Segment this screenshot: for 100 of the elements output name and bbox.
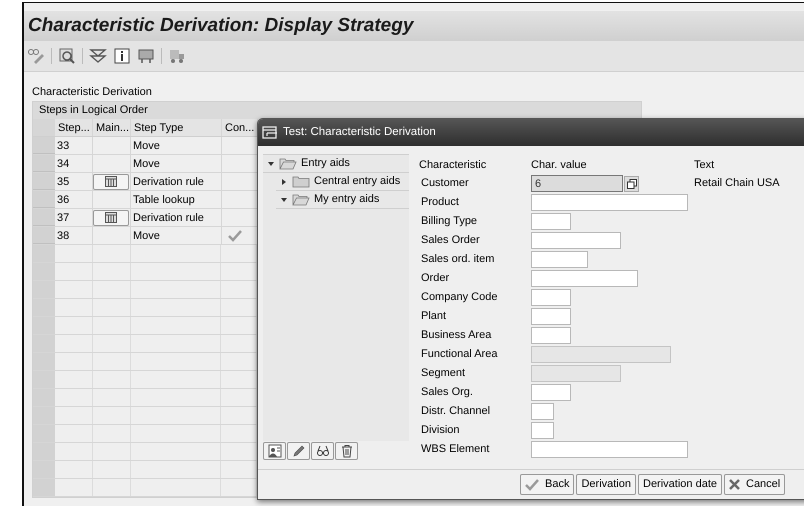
row-selector[interactable]	[33, 479, 55, 496]
table-icon	[105, 212, 117, 223]
caret-down-icon[interactable]	[268, 160, 274, 166]
glasses-icon	[316, 444, 330, 458]
table-title: Steps in Logical Order	[33, 102, 641, 119]
column-header[interactable]: Main...	[93, 119, 131, 136]
row-selector[interactable]	[33, 335, 55, 352]
row-selector[interactable]	[33, 371, 55, 388]
dialog-title: Test: Characteristic Derivation	[283, 124, 436, 140]
column-header[interactable]: Step Type	[131, 119, 222, 136]
row-selector[interactable]	[33, 155, 55, 172]
row-selector[interactable]	[33, 317, 55, 334]
window-title: Characteristic Derivation: Display Strategy	[28, 14, 414, 38]
select-all-corner[interactable]	[33, 119, 55, 136]
table-cell: 38	[55, 227, 93, 244]
row-selector[interactable]	[33, 209, 55, 226]
delete-button[interactable]	[335, 442, 358, 460]
caret-down-icon[interactable]	[281, 196, 287, 202]
contact-card-button[interactable]	[263, 442, 286, 460]
tree-item[interactable]: Central entry aids	[276, 173, 409, 191]
column-header: Char. value	[531, 158, 588, 173]
tree-item[interactable]: Entry aids	[263, 155, 409, 173]
row-selector[interactable]	[33, 353, 55, 370]
table-cell: 36	[55, 191, 93, 208]
table-cell: 34	[55, 155, 93, 172]
edit-button[interactable]	[287, 442, 310, 460]
table-cell: Derivation rule	[131, 209, 222, 226]
row-selector[interactable]	[33, 137, 55, 154]
field-label: Product	[420, 195, 460, 210]
table-cell: 33	[55, 137, 93, 154]
row-selector[interactable]	[33, 245, 55, 262]
row-selector[interactable]	[33, 263, 55, 280]
field-label: Billing Type	[420, 214, 478, 230]
info-icon[interactable]	[113, 47, 131, 65]
row-selector[interactable]	[33, 461, 55, 478]
row-selector[interactable]	[33, 227, 55, 244]
row-selector[interactable]	[33, 443, 55, 460]
dialog-button[interactable]: Derivation	[576, 474, 636, 495]
column-header[interactable]: Step...	[55, 119, 93, 136]
trash-icon	[340, 444, 354, 458]
section-label: Characteristic Derivation	[32, 85, 153, 100]
caret-right-icon[interactable]	[281, 178, 287, 184]
copy-icon	[626, 178, 636, 188]
field-label: Division	[420, 423, 461, 438]
field-label: Distr. Channel	[420, 404, 492, 420]
field-label: Company Code	[420, 290, 498, 306]
close-icon	[729, 479, 740, 490]
row-selector[interactable]	[33, 281, 55, 298]
row-selector[interactable]	[33, 299, 55, 316]
value-field[interactable]	[531, 403, 554, 420]
cancel-button[interactable]: Cancel	[724, 474, 786, 495]
truck-icon[interactable]	[168, 47, 186, 65]
field-label: Sales Order	[420, 233, 481, 248]
tree-item[interactable]: My entry aids	[276, 191, 409, 209]
value-field[interactable]	[531, 289, 571, 306]
pencil-icon	[292, 444, 306, 458]
value-help-button[interactable]	[624, 176, 639, 192]
field-label: Functional Area	[420, 347, 498, 362]
filter-icon[interactable]	[89, 47, 107, 65]
table-button[interactable]	[93, 210, 129, 226]
dialog-button[interactable]: Derivation date	[638, 474, 722, 495]
value-field[interactable]: 6	[531, 175, 623, 192]
window-icon	[262, 126, 278, 139]
value-text: Retail Chain USA	[694, 176, 780, 192]
table-cell: Table lookup	[131, 191, 222, 208]
field-label: Segment	[420, 366, 466, 382]
row-selector[interactable]	[33, 191, 55, 208]
search-icon[interactable]	[58, 47, 76, 65]
table-cell: Move	[131, 227, 222, 244]
value-field[interactable]	[531, 213, 571, 230]
value-field[interactable]	[531, 308, 571, 325]
row-selector[interactable]	[33, 173, 55, 190]
glasses-button[interactable]	[311, 442, 334, 460]
value-field[interactable]	[531, 270, 638, 287]
value-field[interactable]	[531, 194, 688, 211]
column-header: Text	[694, 158, 716, 173]
value-field[interactable]	[531, 327, 571, 344]
column-header: Characteristic	[419, 158, 488, 173]
value-field[interactable]	[531, 384, 571, 401]
table-button[interactable]	[93, 174, 129, 190]
field-label: WBS Element	[420, 442, 490, 458]
table-cell: Move	[131, 137, 222, 154]
table-cell: Move	[131, 155, 222, 172]
back-button[interactable]: Back	[520, 474, 574, 495]
value-field[interactable]	[531, 441, 688, 458]
value-field[interactable]	[531, 232, 621, 249]
table-cell: Derivation rule	[131, 173, 222, 190]
field-label: Customer	[420, 176, 470, 192]
open-folder-icon	[279, 157, 297, 170]
row-selector[interactable]	[33, 407, 55, 424]
row-selector[interactable]	[33, 389, 55, 406]
value-field[interactable]	[531, 422, 554, 439]
field-label: Plant	[420, 309, 448, 324]
row-selector[interactable]	[33, 425, 55, 442]
value-field[interactable]	[531, 251, 588, 268]
glasses-pencil-icon[interactable]	[27, 47, 45, 65]
check-icon	[525, 478, 539, 490]
monitor-icon[interactable]	[137, 47, 155, 65]
field-label: Sales Org.	[420, 385, 474, 400]
field-label: Sales ord. item	[420, 252, 496, 268]
